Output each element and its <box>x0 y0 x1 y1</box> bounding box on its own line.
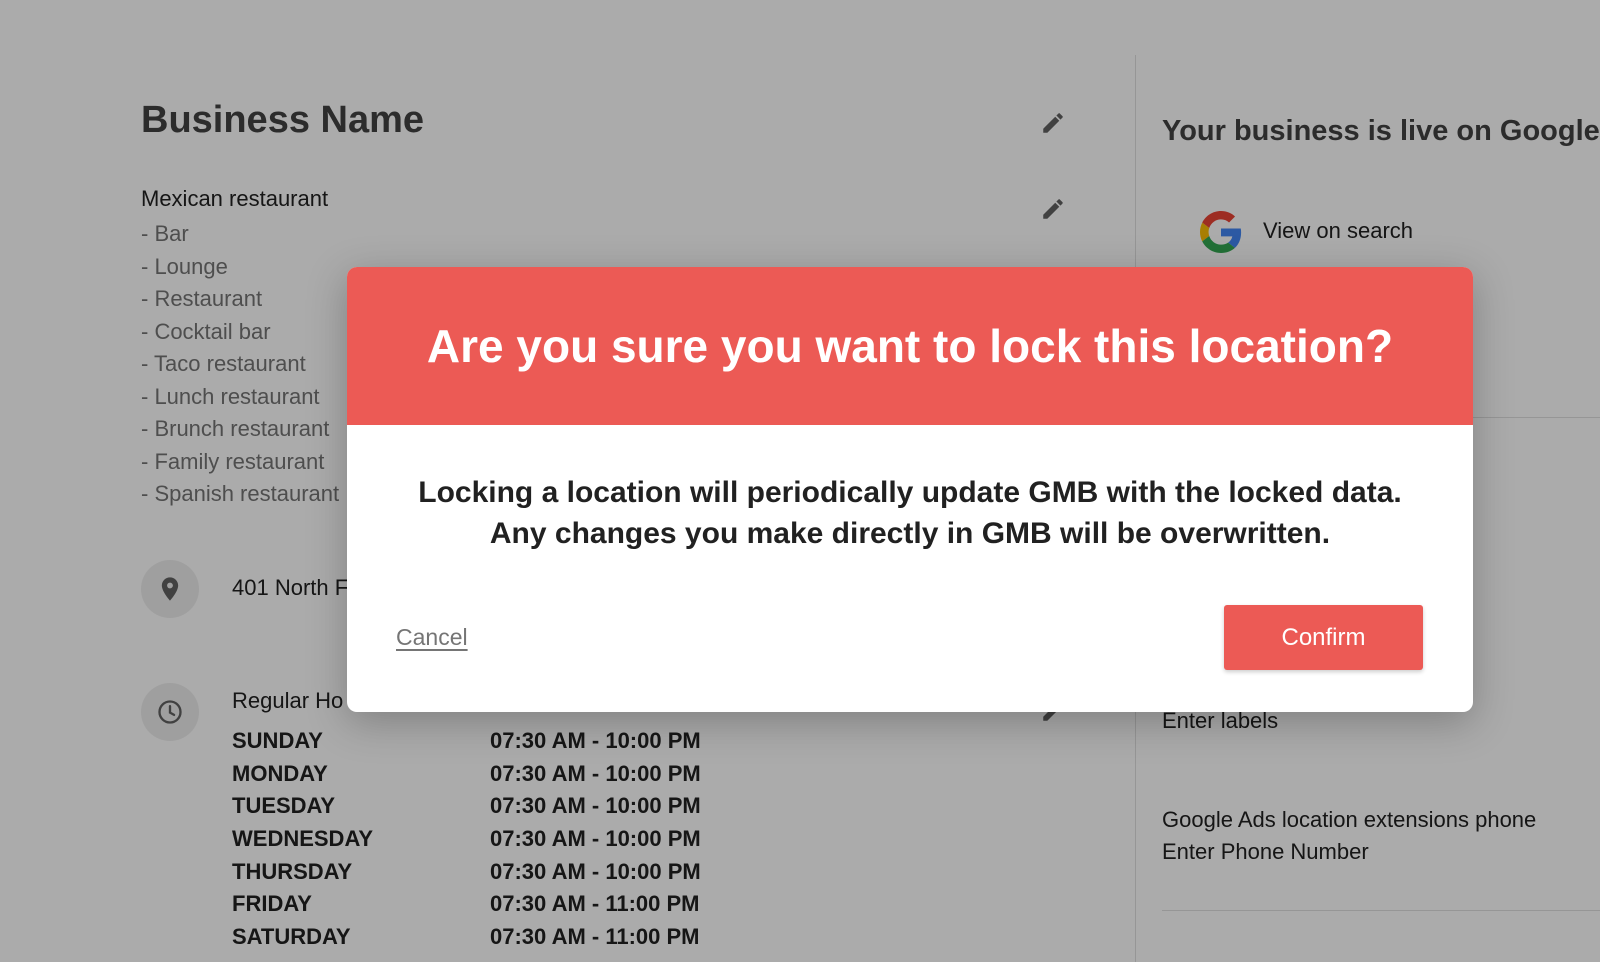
confirm-button[interactable]: Confirm <box>1224 605 1423 670</box>
lock-location-dialog: Are you sure you want to lock this locat… <box>347 267 1473 712</box>
dialog-message-line: Any changes you make directly in GMB wil… <box>489 517 1331 550</box>
dialog-header: Are you sure you want to lock this locat… <box>347 267 1473 425</box>
dialog-message: Locking a location will periodically upd… <box>347 472 1473 554</box>
dialog-title: Are you sure you want to lock this locat… <box>426 320 1394 372</box>
cancel-button[interactable]: Cancel <box>396 624 468 651</box>
dialog-message-line: Locking a location will periodically upd… <box>418 476 1402 509</box>
